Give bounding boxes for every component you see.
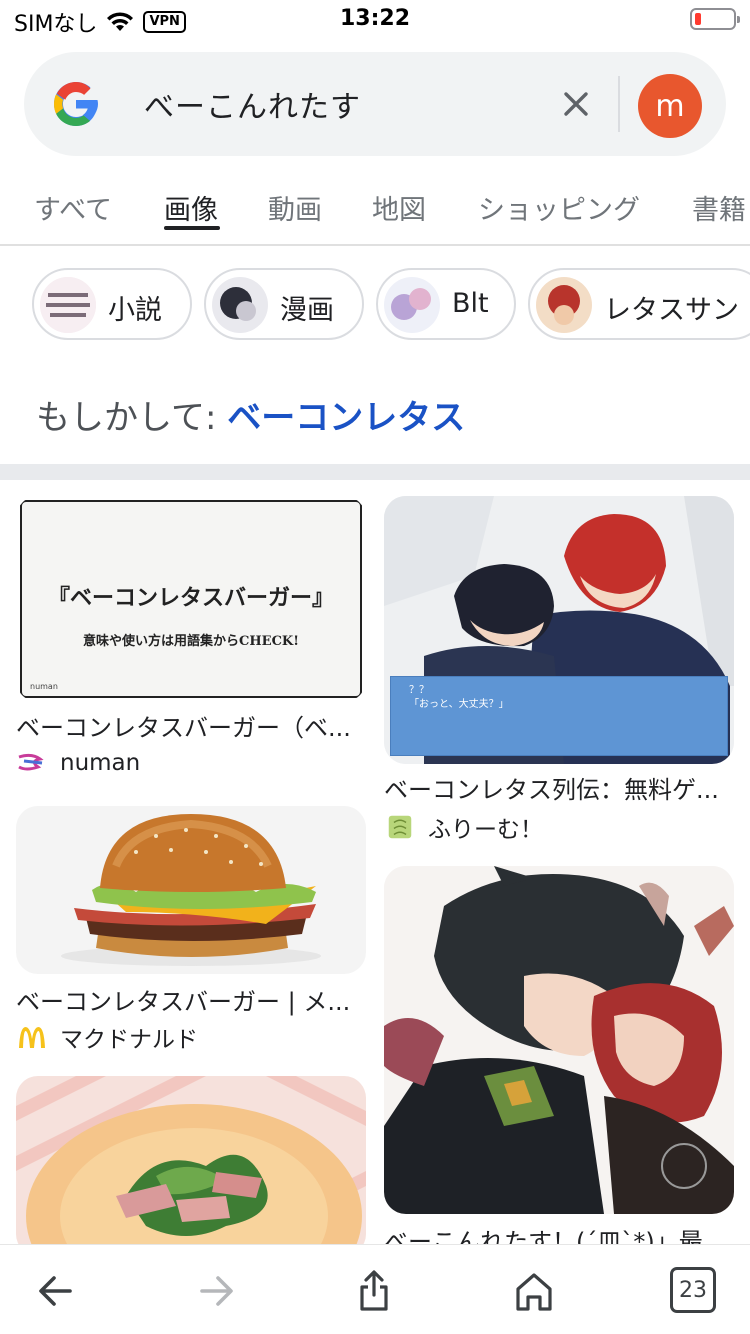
google-logo-icon <box>54 82 98 126</box>
chip-thumbnail <box>212 277 268 333</box>
tabs-count-button[interactable]: 23 <box>670 1267 716 1313</box>
image-subheading: 意味や使い方は用語集からCHECK! <box>83 634 299 649</box>
source-name: マクドナルド <box>60 1027 198 1053</box>
result-image[interactable] <box>384 866 734 1214</box>
home-icon[interactable] <box>510 1267 558 1315</box>
chip-novel[interactable]: 小説 <box>32 268 192 340</box>
tab-maps[interactable]: 地図 <box>372 188 426 227</box>
search-tabs: すべて 画像 動画 地図 ショッピング 書籍 <box>0 180 750 246</box>
chip-thumbnail <box>536 277 592 333</box>
active-tab-indicator <box>164 226 220 230</box>
chip-lettuce-sandwich[interactable]: レタスサン <box>528 268 750 340</box>
salad-illustration <box>16 1076 366 1256</box>
source-name: ふりーむ！ <box>428 817 543 843</box>
chip-label: レタスサン <box>604 295 739 326</box>
tab-books[interactable]: 書籍 <box>692 188 746 227</box>
tab-all[interactable]: すべて <box>34 188 112 227</box>
result-source[interactable]: numan <box>16 750 140 776</box>
image-heading: 『ベーコンレタスバーガー』 <box>47 585 334 611</box>
result-caption[interactable]: ベーコンレタス列伝：無料ゲ... <box>384 770 722 805</box>
result-image[interactable]: 『ベーコンレタスバーガー』 意味や使い方は用語集からCHECK! numan <box>16 496 366 702</box>
status-bar: SIMなし VPN 13:22 <box>0 0 750 40</box>
tab-images[interactable]: 画像 <box>164 188 218 227</box>
image-frame: 『ベーコンレタスバーガー』 意味や使い方は用語集からCHECK! numan <box>20 500 362 698</box>
anime-illustration <box>384 866 734 1214</box>
chip-blt[interactable]: Blt <box>376 268 516 340</box>
search-bar[interactable]: べーこんれたす m <box>24 52 726 156</box>
mcdonalds-logo-icon <box>19 1027 45 1048</box>
did-you-mean-prefix: もしかして: <box>36 398 228 438</box>
chip-label: 小説 <box>108 295 162 326</box>
search-divider <box>618 76 620 132</box>
search-input[interactable]: べーこんれたす <box>144 82 361 126</box>
result-source[interactable]: マクドナルド <box>16 1020 198 1054</box>
chip-label: 漫画 <box>280 295 334 326</box>
dialog-speaker: ？？ <box>409 685 429 696</box>
result-image[interactable] <box>16 1076 366 1256</box>
tab-shopping[interactable]: ショッピング <box>478 188 640 227</box>
dialog-text: 「おっと、大丈夫？」 <box>409 699 509 710</box>
battery-icon <box>690 8 740 30</box>
account-avatar[interactable]: m <box>638 74 702 138</box>
tab-videos[interactable]: 動画 <box>268 188 322 227</box>
result-caption[interactable]: ベーコンレタスバーガー（ベ... <box>16 708 354 743</box>
chip-thumbnail <box>384 277 440 333</box>
result-image[interactable] <box>16 806 366 974</box>
image-brand: numan <box>30 682 58 691</box>
clock: 13:22 <box>339 6 411 31</box>
game-dialog-box: ？？ 「おっと、大丈夫？」 <box>390 676 728 756</box>
result-source[interactable]: ふりーむ！ <box>384 810 543 844</box>
chip-label: Blt <box>452 288 489 319</box>
burger-illustration <box>61 814 321 966</box>
back-arrow-icon[interactable] <box>32 1267 80 1315</box>
browser-toolbar: 23 <box>0 1244 750 1334</box>
did-you-mean-link[interactable]: ベーコンレタス <box>227 398 465 438</box>
share-icon[interactable] <box>350 1267 398 1315</box>
freem-logo-icon <box>388 815 412 839</box>
chip-thumbnail <box>40 277 96 333</box>
source-name: numan <box>60 750 141 776</box>
did-you-mean: もしかして: ベーコンレタス <box>36 390 465 439</box>
clear-icon[interactable] <box>554 82 598 126</box>
section-separator <box>0 464 750 480</box>
result-caption[interactable]: ベーコンレタスバーガー | メ... <box>16 982 354 1017</box>
forward-arrow-icon[interactable] <box>192 1267 240 1315</box>
result-image[interactable]: ？？ 「おっと、大丈夫？」 <box>384 496 734 764</box>
numan-logo-icon <box>18 753 44 771</box>
chip-manga[interactable]: 漫画 <box>204 268 364 340</box>
